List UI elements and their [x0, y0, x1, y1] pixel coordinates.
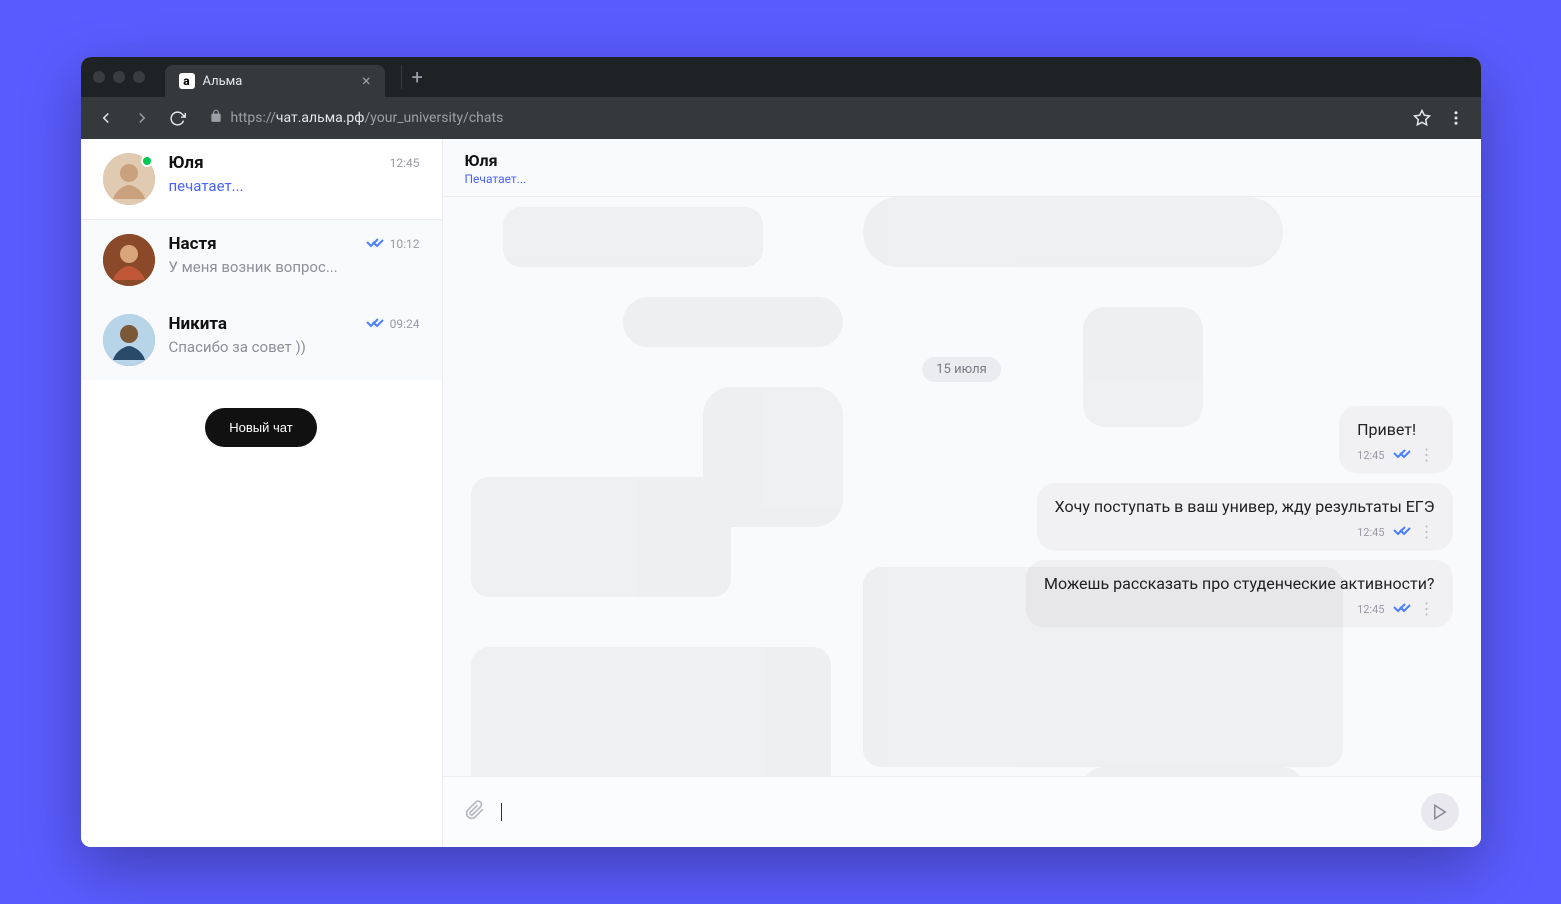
chat-time: 12:45 — [390, 156, 420, 170]
chat-preview: У меня возник вопрос... — [169, 258, 420, 276]
message-bubble: Хочу поступать в ваш универ, жду результ… — [1037, 483, 1453, 550]
message-time: 12:45 — [1357, 449, 1384, 462]
chat-list-item[interactable]: Никита 09:24 Спасибо за совет )) — [81, 300, 442, 380]
url-field[interactable]: https://чат.альма.рф/your_university/cha… — [199, 109, 1401, 127]
messages-area: 15 июля Привет! 12:45 ⋮ Хочу поступать в… — [443, 197, 1481, 776]
browser-window: a Альма × + https://чат.альма.рф/your_un… — [81, 57, 1481, 847]
reload-button[interactable] — [163, 103, 193, 133]
date-separator: 15 июля — [922, 357, 1001, 382]
read-status-icon — [1393, 601, 1411, 617]
message-text: Привет! — [1357, 420, 1416, 439]
address-bar: https://чат.альма.рф/your_university/cha… — [81, 97, 1481, 139]
message-text: Хочу поступать в ваш универ, жду результ… — [1055, 497, 1435, 516]
close-icon[interactable]: × — [362, 73, 371, 89]
message-menu-button[interactable]: ⋮ — [1419, 447, 1435, 463]
chat-time: 09:24 — [390, 317, 420, 331]
message-composer — [443, 776, 1481, 847]
message-input[interactable] — [501, 803, 1405, 821]
message-stack: Привет! 12:45 ⋮ Хочу поступать в ваш уни… — [467, 406, 1457, 627]
browser-chrome: a Альма × + https://чат.альма.рф/your_un… — [81, 57, 1481, 139]
message-time: 12:45 — [1357, 603, 1384, 616]
read-status-icon — [366, 316, 384, 332]
chat-time: 10:12 — [390, 237, 420, 251]
new-chat-button[interactable]: Новый чат — [205, 408, 316, 447]
avatar — [103, 153, 155, 205]
avatar — [103, 234, 155, 286]
chat-name: Никита — [169, 314, 227, 334]
avatar — [103, 314, 155, 366]
message-text: Можешь рассказать про студенческие актив… — [1044, 574, 1434, 593]
send-button[interactable] — [1421, 793, 1459, 831]
read-status-icon — [1393, 447, 1411, 463]
window-minimize-dot[interactable] — [113, 71, 125, 83]
app: Юля 12:45 печатает... Настя — [81, 139, 1481, 847]
message-menu-button[interactable]: ⋮ — [1419, 601, 1435, 617]
message-menu-button[interactable]: ⋮ — [1419, 524, 1435, 540]
message-bubble: Можешь рассказать про студенческие актив… — [1026, 560, 1452, 627]
traffic-lights — [93, 71, 157, 83]
conversation-pane: Юля Печатает... 15 июля — [443, 139, 1481, 847]
window-close-dot[interactable] — [93, 71, 105, 83]
new-tab-button[interactable]: + — [401, 65, 433, 89]
conversation-status: Печатает... — [465, 172, 1459, 186]
message-bubble: Привет! 12:45 ⋮ — [1339, 406, 1452, 473]
browser-tab[interactable]: a Альма × — [165, 65, 385, 97]
message-time: 12:45 — [1357, 526, 1384, 539]
chat-name: Юля — [169, 153, 204, 173]
back-button[interactable] — [91, 103, 121, 133]
bookmark-button[interactable] — [1407, 103, 1437, 133]
read-status-icon — [366, 236, 384, 252]
chat-list-item[interactable]: Настя 10:12 У меня возник вопрос... — [81, 220, 442, 300]
tab-title: Альма — [203, 74, 354, 89]
chat-name: Настя — [169, 234, 217, 254]
online-indicator — [141, 155, 153, 167]
window-maximize-dot[interactable] — [133, 71, 145, 83]
attach-button[interactable] — [465, 800, 485, 825]
forward-button[interactable] — [127, 103, 157, 133]
read-status-icon — [1393, 524, 1411, 540]
chat-preview: Спасибо за совет )) — [169, 338, 420, 356]
tab-favicon: a — [179, 73, 195, 89]
lock-icon — [209, 109, 223, 127]
chat-header: Юля Печатает... — [443, 139, 1481, 197]
browser-menu-button[interactable] — [1441, 103, 1471, 133]
conversation-title: Юля — [465, 151, 1459, 170]
sidebar: Юля 12:45 печатает... Настя — [81, 139, 443, 847]
text-cursor — [501, 803, 502, 821]
url-text: https://чат.альма.рф/your_university/cha… — [231, 110, 504, 126]
chat-list-item[interactable]: Юля 12:45 печатает... — [81, 139, 442, 220]
tab-strip: a Альма × + — [81, 57, 1481, 97]
chat-preview: печатает... — [169, 177, 420, 195]
